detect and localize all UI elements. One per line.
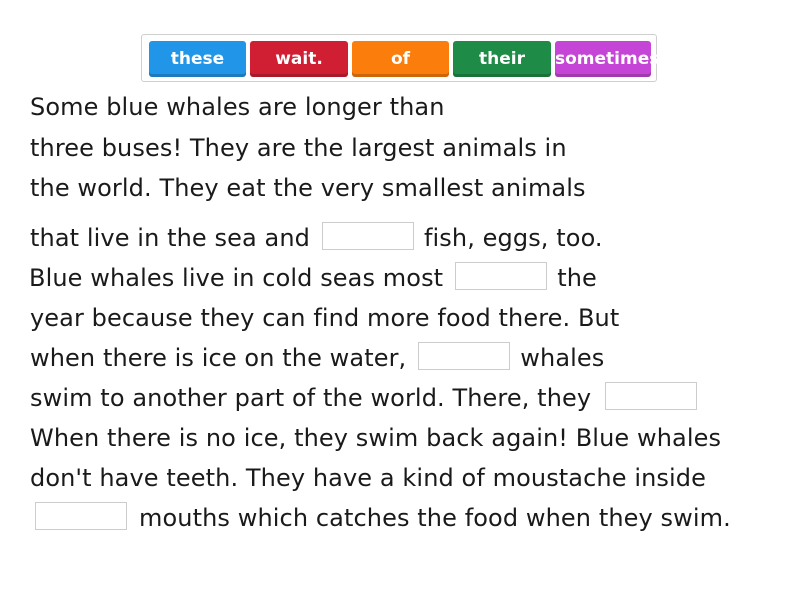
line-text: swim to another part of the world. There… (30, 384, 592, 412)
line-text: fish, eggs, too. (423, 224, 603, 252)
blank-drop-zone-5[interactable] (35, 502, 127, 530)
passage-line: the world. They eat the very smallest an… (30, 174, 586, 202)
blank-drop-zone-1[interactable] (321, 222, 414, 250)
line-text: Blue whales live in cold seas most (29, 264, 444, 292)
word-chip-sometimes[interactable]: sometimes (555, 41, 659, 77)
word-chip-their[interactable]: their (453, 41, 551, 77)
passage-line: that live in the sea and fish, eggs, too. (30, 222, 603, 253)
passage-line: year because they can find more food the… (30, 304, 620, 332)
word-bank: these wait. of their sometimes (141, 34, 659, 82)
passage-line: three buses! They are the largest animal… (30, 134, 567, 162)
line-text: when there is ice on the water, (30, 344, 407, 372)
passage-line: When there is no ice, they swim back aga… (30, 424, 722, 452)
passage-line: swim to another part of the world. There… (30, 382, 698, 413)
blank-drop-zone-2[interactable] (455, 262, 548, 290)
word-chip-these[interactable]: these (149, 41, 246, 77)
passage-line: Blue whales live in cold seas most the (29, 262, 597, 293)
blank-drop-zone-3[interactable] (418, 342, 511, 370)
passage-line: mouths which catches the food when they … (35, 502, 731, 533)
blank-drop-zone-4[interactable] (605, 382, 698, 410)
passage-line: Some blue whales are longer than (30, 93, 445, 121)
word-chip-of[interactable]: of (352, 41, 449, 77)
passage-line: when there is ice on the water, whales (30, 342, 605, 373)
word-chip-wait[interactable]: wait. (250, 41, 348, 77)
line-text: the (557, 264, 597, 292)
line-text: mouths which catches the food when they … (139, 504, 731, 532)
passage-line: don't have teeth. They have a kind of mo… (30, 464, 706, 492)
line-text: whales (520, 344, 605, 372)
line-text: that live in the sea and (30, 224, 310, 252)
